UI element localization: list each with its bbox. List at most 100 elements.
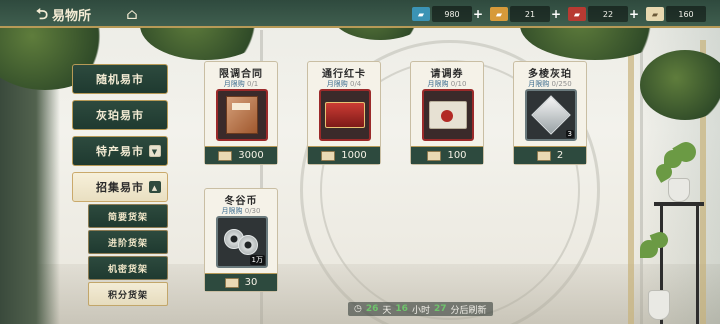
- price-bar: 2: [514, 146, 586, 164]
- beige-ticket-icon: ▰: [646, 7, 664, 21]
- plant-stand-leg: [696, 206, 699, 324]
- refresh-day-unit: 天: [382, 305, 392, 316]
- pine-tree-decoration: [640, 50, 720, 120]
- refresh-days: 26: [365, 304, 379, 314]
- currency-value: 22: [588, 6, 628, 22]
- item-image-frame: [422, 89, 474, 141]
- page-title: 易物所: [52, 8, 92, 24]
- item-name: 限调合同: [219, 69, 263, 80]
- add-currency-button[interactable]: +: [550, 6, 562, 22]
- sub-item-label: 进阶货架: [107, 238, 148, 249]
- item-image-frame: [216, 89, 268, 141]
- item-price: 3000: [238, 150, 264, 161]
- limit-label: 月限购: [221, 207, 243, 215]
- ticket-icon: [321, 150, 336, 161]
- coins-icon: [222, 227, 262, 257]
- plant-pot: [648, 290, 670, 320]
- add-currency-button[interactable]: +: [472, 6, 484, 22]
- sidebar-item-specialty-market[interactable]: 特产易市 ▼: [72, 136, 168, 166]
- item-price: 30: [244, 277, 258, 288]
- item-price: 2: [556, 150, 564, 161]
- currency-item: ▰ 980 +: [412, 6, 484, 22]
- plant-pot: [668, 178, 690, 202]
- sub-item-advanced-shelf[interactable]: 进阶货架: [88, 230, 168, 254]
- purchase-limit: 月限购 0/250: [514, 79, 586, 89]
- price-bar: 3000: [205, 146, 277, 164]
- purchase-limit: 月限购 0/4: [308, 79, 380, 89]
- refresh-hours: 16: [395, 304, 408, 314]
- chevron-up-icon: ▲: [149, 181, 161, 193]
- ticket-icon: [224, 277, 239, 288]
- back-arrow-icon: ⮌: [36, 4, 49, 23]
- price-bar: 30: [205, 273, 277, 291]
- currency-item: ▰ 160: [646, 6, 706, 22]
- sidebar-item-label: 随机易市: [96, 73, 144, 86]
- home-button[interactable]: ⌂: [122, 4, 142, 24]
- refresh-minutes: 27: [433, 304, 447, 314]
- red-card-box-icon: [325, 102, 365, 128]
- item-name: 通行红卡: [322, 69, 366, 80]
- ticket-icon: [427, 150, 442, 161]
- home-icon: ⌂: [126, 5, 138, 23]
- limit-count: 0/1: [246, 80, 259, 88]
- sidebar-item-recruit-market[interactable]: 招集易市 ▲: [72, 172, 168, 202]
- sub-item-secret-shelf[interactable]: 机密货架: [88, 256, 168, 280]
- sidebar-item-random-market[interactable]: 随机易市: [72, 64, 168, 94]
- price-bar: 100: [411, 146, 483, 164]
- clock-icon: ◷: [354, 304, 362, 314]
- purchase-limit: 月限购 0/30: [205, 206, 277, 216]
- limit-count: 0/4: [349, 80, 362, 88]
- contract-book-icon: [226, 96, 258, 134]
- item-image-frame: 1万: [216, 216, 268, 268]
- coin-icon: [238, 235, 258, 255]
- item-price: 1000: [341, 150, 367, 161]
- item-price: 100: [447, 150, 467, 161]
- sealed-envelope-icon: [429, 101, 467, 129]
- gold-ticket-icon: ▰: [490, 7, 508, 21]
- item-quantity: 1万: [249, 255, 265, 265]
- shop-item-card[interactable]: 通行红卡 月限购 0/4 1000: [307, 61, 381, 165]
- limit-label: 月限购: [528, 80, 550, 88]
- purchase-limit: 月限购 0/1: [205, 79, 277, 89]
- chevron-down-icon: ▼: [149, 145, 161, 157]
- currency-value: 21: [510, 6, 550, 22]
- sub-item-points-shelf[interactable]: 积分货架: [88, 282, 168, 306]
- sub-item-basic-shelf[interactable]: 简要货架: [88, 204, 168, 228]
- item-quantity: 3: [565, 130, 574, 138]
- limit-label: 月限购: [223, 80, 245, 88]
- refresh-hour-unit: 小时: [411, 305, 430, 316]
- shop-item-card[interactable]: 请调券 月限购 0/10 100: [410, 61, 484, 165]
- back-button[interactable]: ⮌ 易物所: [36, 4, 91, 24]
- item-image-frame: 3: [525, 89, 577, 141]
- shop-item-card[interactable]: 多棱灰珀 月限购 0/250 3 2: [513, 61, 587, 165]
- price-bar: 1000: [308, 146, 380, 164]
- red-ticket-icon: ▰: [568, 7, 586, 21]
- sub-item-label: 机密货架: [107, 264, 148, 275]
- sub-item-label: 积分货架: [107, 290, 148, 301]
- crystal-cube-icon: [531, 95, 571, 135]
- limit-count: 0/250: [551, 80, 572, 88]
- ticket-icon: [536, 150, 551, 161]
- top-bar: ⮌ 易物所 ⌂ ▰ 980 + ▰ 21 + ▰ 22 + ▰ 160: [0, 0, 720, 28]
- limit-label: 月限购: [326, 80, 348, 88]
- currency-bar: ▰ 980 + ▰ 21 + ▰ 22 + ▰ 160: [412, 4, 712, 24]
- item-image-frame: [319, 89, 371, 141]
- add-currency-button[interactable]: +: [628, 6, 640, 22]
- shop-item-card[interactable]: 冬谷币 月限购 0/30 1万 30: [204, 188, 278, 292]
- currency-value: 980: [432, 6, 472, 22]
- sidebar-item-ash-amber-market[interactable]: 灰珀易市: [72, 100, 168, 130]
- item-name: 多棱灰珀: [528, 69, 572, 80]
- purchase-limit: 月限购 0/10: [411, 79, 483, 89]
- ticket-icon: [218, 150, 233, 161]
- background-pillar: [628, 40, 634, 324]
- shop-item-card[interactable]: 限调合同 月限购 0/1 3000: [204, 61, 278, 165]
- limit-count: 0/30: [244, 207, 261, 215]
- item-name: 冬谷币: [224, 196, 258, 207]
- sidebar-item-label: 招集易市: [96, 181, 144, 194]
- currency-item: ▰ 21 +: [490, 6, 562, 22]
- limit-count: 0/10: [450, 80, 467, 88]
- currency-value: 160: [666, 6, 706, 22]
- sidebar-item-label: 特产易市: [96, 145, 144, 158]
- limit-label: 月限购: [427, 80, 449, 88]
- refresh-countdown: ◷ 26 天 16 小时 27 分后刷新: [348, 302, 493, 316]
